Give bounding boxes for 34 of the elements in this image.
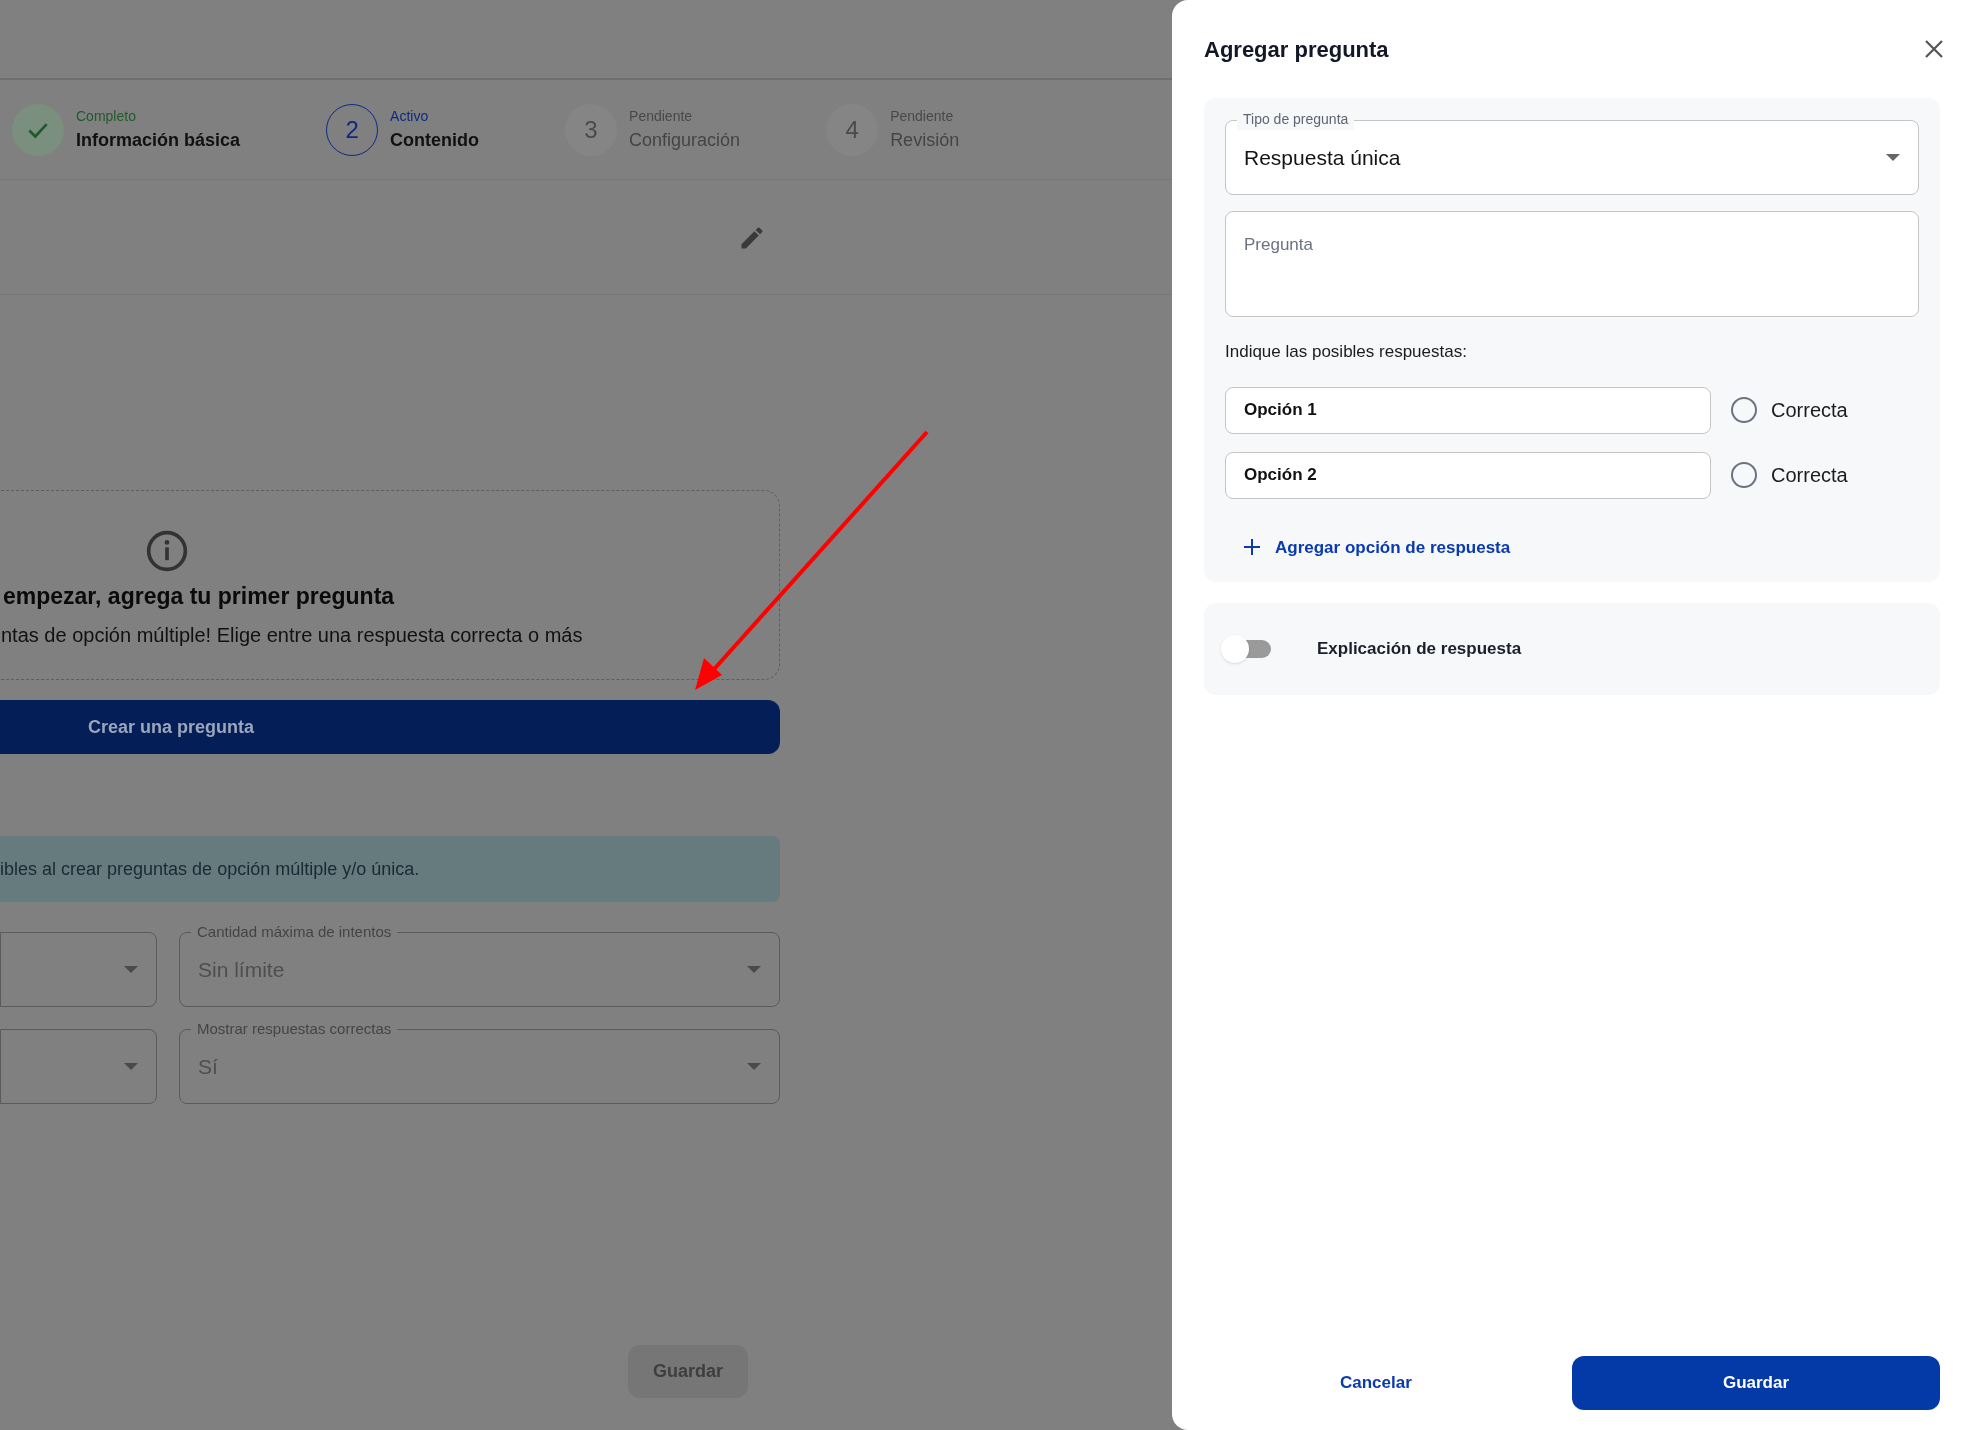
- dropdown-caret-icon: [124, 965, 138, 974]
- toggle-switch[interactable]: [1221, 635, 1273, 663]
- empty-state-title: empezar, agrega tu primer pregunta: [3, 582, 396, 611]
- select-field[interactable]: [0, 932, 157, 1007]
- dropdown-caret-icon: [747, 1062, 761, 1071]
- dropdown-caret-icon: [747, 965, 761, 974]
- plus-icon: [1243, 538, 1261, 557]
- step-title[interactable]: Contenido: [390, 126, 480, 154]
- step-indicator: 3: [565, 103, 618, 156]
- step-indicator: 4: [826, 103, 879, 156]
- info-alert: ibles al crear preguntas de opción múltiple y/o única.: [0, 836, 780, 902]
- step-status: Completo: [76, 106, 137, 126]
- option-field[interactable]: Opción 2: [1225, 451, 1711, 499]
- dropdown-caret-icon: [124, 1062, 138, 1071]
- step-status: Pendiente: [629, 106, 694, 126]
- correct-radio[interactable]: Correcta: [1731, 460, 1848, 490]
- select-value: Respuesta única: [1244, 144, 1401, 171]
- answers-label: Indique las posibles respuestas:: [1225, 341, 1468, 363]
- create-question-button[interactable]: Crear una pregunta: [0, 700, 780, 754]
- step-status: Pendiente: [890, 106, 955, 126]
- empty-state-text: ntas de opción múltiple! Elige entre una respuesta correcta o más: [1, 622, 584, 648]
- correct-radio[interactable]: Correcta: [1731, 395, 1848, 425]
- cancel-button[interactable]: Cancelar: [1324, 1356, 1428, 1410]
- step-title[interactable]: Información básica: [76, 126, 241, 154]
- add-option-link[interactable]: Agregar opción de respuesta: [1243, 534, 1511, 560]
- select-field[interactable]: [0, 1029, 157, 1104]
- save-button[interactable]: Guardar: [1572, 1356, 1940, 1410]
- option-field[interactable]: Opción 1: [1225, 386, 1711, 434]
- step-status: Activo: [390, 106, 430, 126]
- explanation-label: Explicación de respuesta: [1317, 638, 1522, 661]
- info-icon: [145, 529, 189, 573]
- dropdown-caret-icon: [1886, 153, 1900, 162]
- drawer-title: Agregar pregunta: [1204, 35, 1389, 64]
- question-field[interactable]: Pregunta: [1225, 211, 1919, 317]
